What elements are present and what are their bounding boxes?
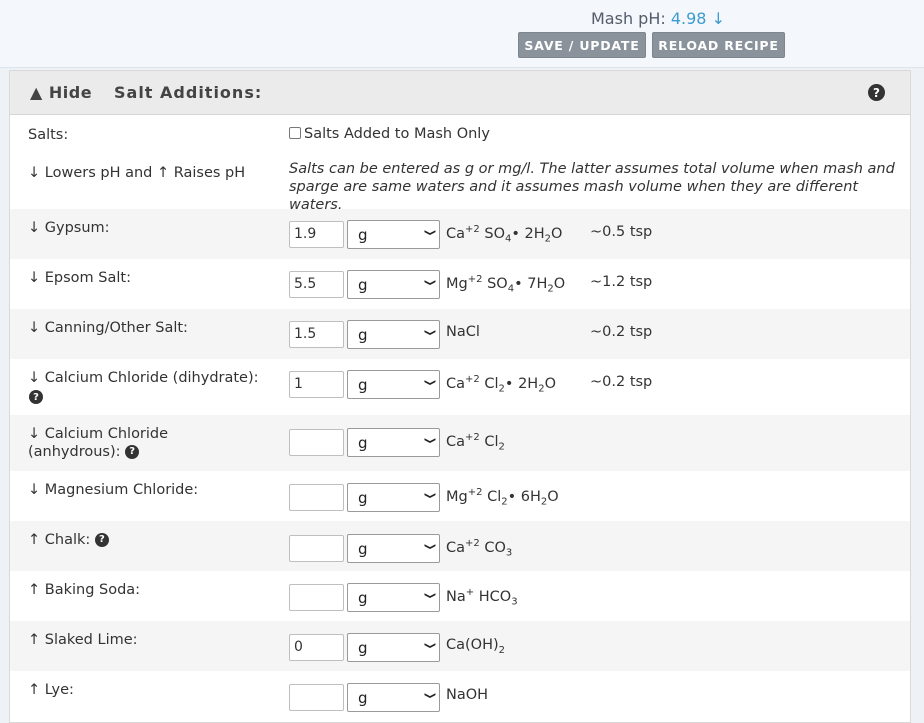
help-icon[interactable]: ? [868,84,885,101]
salt-row-chalk: ↑ Chalk: ? g ❯ Ca+2 CO3 [10,521,910,571]
unit-value: g [358,639,368,657]
chevron-down-icon: ❯ [423,378,437,387]
salt-label: ↑ Slaked Lime: [28,632,138,648]
unit-value: g [358,276,368,294]
mgcl2-formula: Mg+2 Cl2• 6H2O [446,487,559,508]
salt-row-mgcl2: ↓ Magnesium Chloride: g ❯ Mg+2 Cl2• 6H2O [10,471,910,521]
chevron-down-icon: ❯ [423,542,437,551]
unit-value: g [358,589,368,607]
legend-row: ↓ Lowers pH and ↑ Raises pH Salts can be… [10,153,910,213]
mgcl2-amount-input[interactable] [289,484,344,511]
salt-row-cacl2-anhydrous: ↓ Calcium Chloride (anhydrous): ? g ❯ Ca+… [10,415,910,471]
unit-value: g [358,376,368,394]
unit-value: g [358,689,368,707]
reload-recipe-button[interactable]: RELOAD RECIPE [652,32,785,58]
chevron-down-icon: ❯ [423,641,437,650]
epsom-formula: Mg+2 SO4• 7H2O [446,274,566,295]
help-icon[interactable]: ? [29,390,43,404]
chevron-down-icon: ❯ [423,436,437,445]
salt-label-line2: (anhydrous): ? [28,443,140,461]
chevron-down-icon: ❯ [423,591,437,600]
cacl2-dihydrate-unit-select[interactable]: g ❯ [347,370,440,399]
chevron-down-icon: ❯ [423,328,437,337]
unit-value: g [358,540,368,558]
cacl2-anhydrous-unit-select[interactable]: g ❯ [347,428,440,457]
cacl2-anhydrous-amount-input[interactable] [289,429,344,456]
chalk-unit-select[interactable]: g ❯ [347,534,440,563]
mash-only-checkbox-label[interactable]: Salts Added to Mash Only [289,126,490,142]
salt-label: ↑ Baking Soda: [28,582,141,598]
epsom-unit-select[interactable]: g ❯ [347,270,440,299]
canning-amount-input[interactable]: 1.5 [289,321,344,348]
gypsum-tsp: ~0.5 tsp [590,224,653,240]
chevron-down-icon: ❯ [423,491,437,500]
salt-row-gypsum: ↓ Gypsum: 1.9 g ❯ Ca+2 SO4• 2H2O ~0.5 tsp [10,209,910,259]
salt-row-slaked-lime: ↑ Slaked Lime: 0 g ❯ Ca(OH)2 [10,621,910,671]
legend-label: ↓ Lowers pH and ↑ Raises pH [28,165,246,181]
salt-row-canning: ↓ Canning/Other Salt: 1.5 g ❯ NaCl ~0.2 t… [10,309,910,359]
salt-row-cacl2-dihydrate: ↓ Calcium Chloride (dihydrate): ? 1 g ❯ C… [10,359,910,415]
slaked-lime-amount-input[interactable]: 0 [289,634,344,661]
help-icon[interactable]: ? [94,533,109,547]
cacl2-dihydrate-amount-input[interactable]: 1 [289,371,344,398]
baking-soda-unit-select[interactable]: g ❯ [347,583,440,612]
salt-row-lye: ↑ Lye: g ❯ NaOH [10,671,910,723]
help-icon[interactable]: ? [125,445,140,459]
cacl2-anhydrous-formula: Ca+2 Cl2 [446,432,505,453]
save-update-button[interactable]: SAVE / UPDATE [518,32,646,58]
mash-ph-value: 4.98 [670,9,707,28]
unit-value: g [358,326,368,344]
cacl2-dihydrate-formula: Ca+2 Cl2• 2H2O [446,374,556,395]
mash-only-checkbox[interactable] [289,127,301,139]
slaked-lime-unit-select[interactable]: g ❯ [347,633,440,662]
lye-formula: NaOH [446,687,489,703]
salt-label: ↓ Calcium Chloride (dihydrate): [28,370,259,386]
salt-label: ↓ Canning/Other Salt: [28,320,188,336]
hide-toggle[interactable]: ▲ Hide [30,83,92,102]
unit-value: g [358,489,368,507]
epsom-tsp: ~1.2 tsp [590,274,653,290]
lye-amount-input[interactable] [289,684,344,711]
units-note: Salts can be entered as g or mg/l. The l… [289,161,895,213]
unit-value: g [358,434,368,452]
salts-options-row: Salts: Salts Added to Mash Only [10,115,910,153]
slaked-lime-formula: Ca(OH)2 [446,637,506,656]
cacl2-dihydrate-tsp: ~0.2 tsp [590,374,653,390]
salts-label: Salts: [28,127,69,143]
panel-header: ▲ Hide Salt Additions: ? [10,71,910,115]
unit-value: g [358,226,368,244]
gypsum-amount-input[interactable]: 1.9 [289,221,344,248]
salt-label: ↓ Calcium Chloride [28,426,169,442]
baking-soda-amount-input[interactable] [289,584,344,611]
chevron-down-icon: ❯ [423,278,437,287]
salt-row-baking-soda: ↑ Baking Soda: g ❯ Na+ HCO3 [10,571,910,621]
epsom-amount-input[interactable]: 5.5 [289,271,344,298]
arrow-down-icon: ↓ [711,9,725,28]
panel-title: Salt Additions: [114,83,263,102]
baking-soda-formula: Na+ HCO3 [446,587,518,608]
gypsum-formula: Ca+2 SO4• 2H2O [446,224,563,245]
salt-row-epsom: ↓ Epsom Salt: 5.5 g ❯ Mg+2 SO4• 7H2O ~1.2… [10,259,910,309]
salt-label: ↓ Epsom Salt: [28,270,131,286]
canning-tsp: ~0.2 tsp [590,324,653,340]
salt-label: ↑ Lye: [28,682,74,698]
gypsum-unit-select[interactable]: g ❯ [347,220,440,249]
chevron-down-icon: ❯ [423,691,437,700]
mash-ph-readout: Mash pH: 4.98 ↓ [591,9,725,28]
salt-label: ↑ Chalk: ? [28,531,109,549]
top-bar: Mash pH: 4.98 ↓ SAVE / UPDATE RELOAD REC… [0,0,924,68]
mgcl2-unit-select[interactable]: g ❯ [347,483,440,512]
canning-formula: NaCl [446,324,480,340]
salt-additions-panel: ▲ Hide Salt Additions: ? Salts: Salts Ad… [9,70,911,723]
salt-label: ↓ Gypsum: [28,220,110,236]
chalk-formula: Ca+2 CO3 [446,538,513,559]
checkbox-text: Salts Added to Mash Only [304,126,490,142]
lye-unit-select[interactable]: g ❯ [347,683,440,712]
salt-label: ↓ Magnesium Chloride: [28,482,199,498]
chalk-amount-input[interactable] [289,535,344,562]
mash-ph-label: Mash pH: [591,9,666,28]
canning-unit-select[interactable]: g ❯ [347,320,440,349]
chevron-down-icon: ❯ [423,228,437,237]
